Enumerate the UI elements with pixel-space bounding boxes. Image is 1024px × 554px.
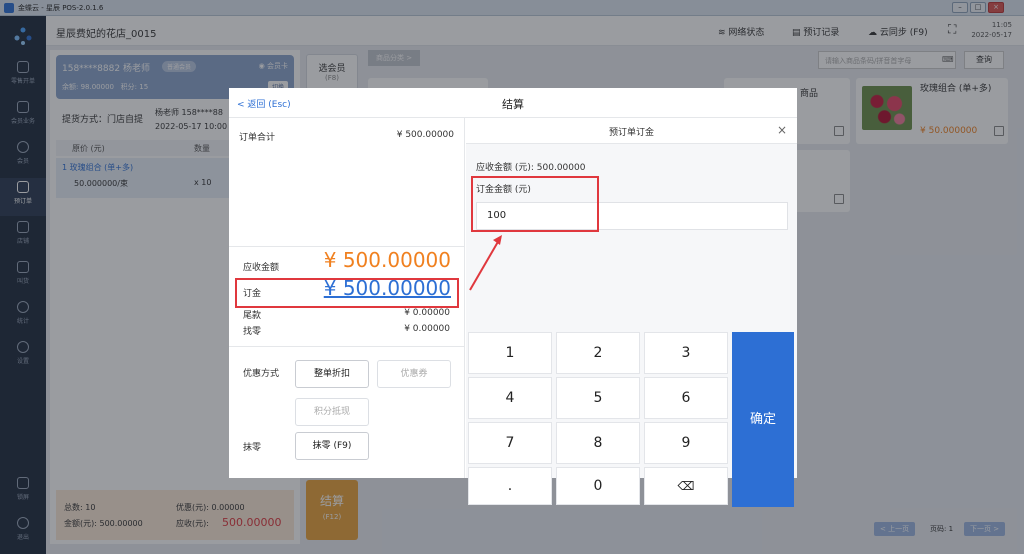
deposit-panel: 预订单订金 × 应收金额 (元): 500.00000 订金金额 (元) 100… (466, 118, 797, 507)
receivable-amount-label: 应收金额 (243, 263, 280, 273)
confirm-button[interactable]: 确定 (732, 332, 794, 507)
dialog-header: 结算 < 返回 (Esc) (229, 88, 797, 118)
keypad-8[interactable]: 8 (556, 422, 640, 464)
coupon-button[interactable]: 优惠券 (377, 360, 451, 388)
deposit-panel-title: 预订单订金 (608, 128, 654, 138)
change-label: 找零 (243, 327, 262, 337)
whole-discount-button[interactable]: 整单折扣 (295, 360, 369, 388)
divider (229, 246, 465, 247)
keypad-dot[interactable]: . (468, 467, 552, 505)
keypad-1[interactable]: 1 (468, 332, 552, 374)
backspace-icon[interactable]: ⌫ (644, 467, 728, 505)
order-total-label: 订单合计 (239, 133, 276, 143)
deposit-input-highlight-box (471, 176, 599, 232)
settlement-summary: 订单合计 ¥ 500.00000 应收金额 ¥ 500.00000 订金 ¥ 5… (229, 118, 465, 478)
keypad-4[interactable]: 4 (468, 377, 552, 419)
keypad-6[interactable]: 6 (644, 377, 728, 419)
divider (229, 346, 465, 347)
keypad-3[interactable]: 3 (644, 332, 728, 374)
keypad-5[interactable]: 5 (556, 377, 640, 419)
close-icon[interactable]: × (777, 123, 787, 137)
settlement-dialog: 结算 < 返回 (Esc) 订单合计 ¥ 500.00000 应收金额 ¥ 50… (229, 88, 797, 507)
back-button[interactable]: < 返回 (Esc) (237, 97, 291, 110)
keypad-9[interactable]: 9 (644, 422, 728, 464)
rounding-button[interactable]: 抹零 (F9) (295, 432, 369, 460)
due-amount-text: 应收金额 (元): 500.00000 (476, 163, 586, 173)
deposit-highlight-box (235, 278, 459, 308)
keypad-2[interactable]: 2 (556, 332, 640, 374)
receivable-amount-value: ¥ 500.00000 (323, 248, 451, 272)
change-value: ¥ 0.00000 (404, 324, 450, 334)
order-total-value: ¥ 500.00000 (396, 130, 454, 140)
keypad-7[interactable]: 7 (468, 422, 552, 464)
points-offset-button[interactable]: 积分抵现 (295, 398, 369, 426)
deposit-panel-header: 预订单订金 × (466, 118, 797, 144)
balance-label: 尾款 (243, 311, 262, 321)
balance-value: ¥ 0.00000 (404, 308, 450, 318)
discount-method-label: 优惠方式 (243, 369, 280, 379)
rounding-label: 抹零 (243, 443, 262, 453)
dialog-title: 结算 (502, 98, 524, 111)
keypad-0[interactable]: 0 (556, 467, 640, 505)
